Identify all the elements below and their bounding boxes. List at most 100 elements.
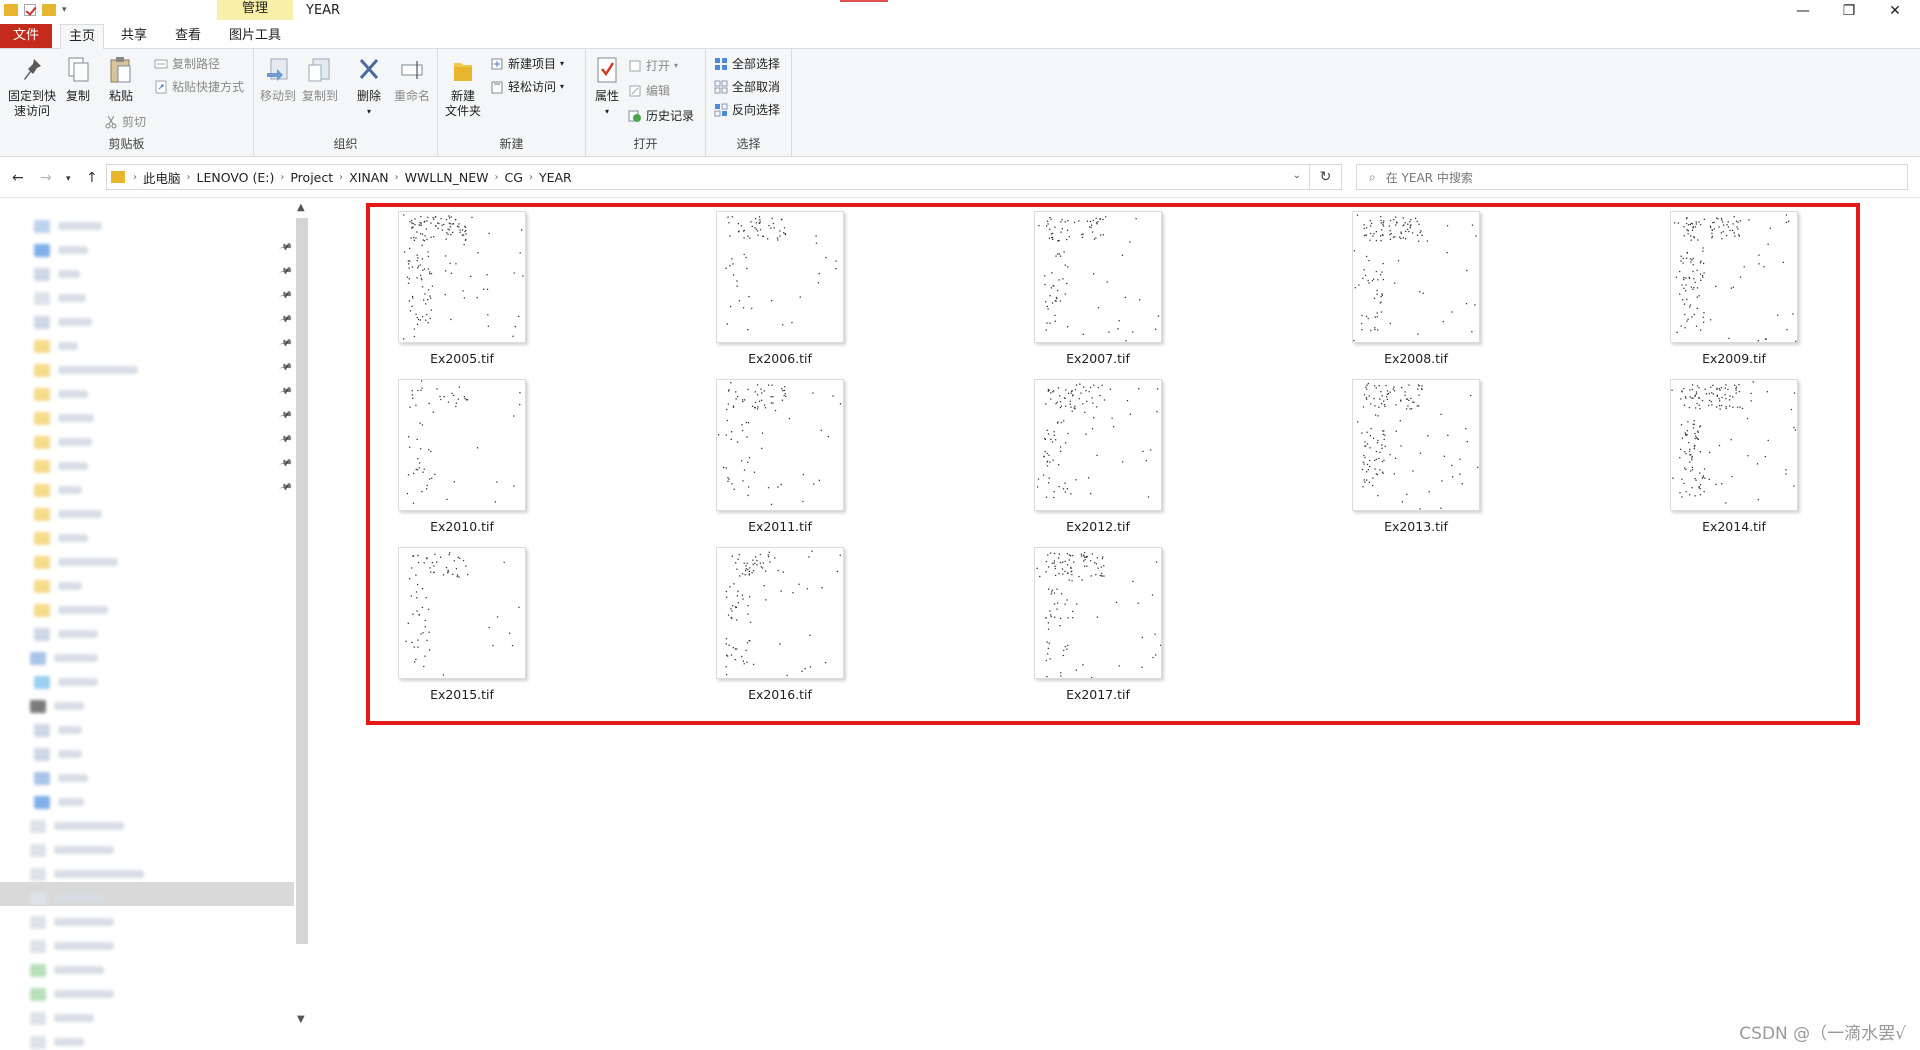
- sidebar-item[interactable]: [30, 962, 104, 978]
- file-item[interactable]: Ex2012.tif: [979, 369, 1199, 534]
- sidebar-item[interactable]: [34, 770, 88, 786]
- file-item[interactable]: Ex2009.tif: [1615, 201, 1835, 366]
- refresh-icon[interactable]: ↻: [1310, 164, 1342, 190]
- rename-button[interactable]: 重命名: [392, 55, 432, 104]
- sidebar-item[interactable]: [34, 722, 82, 738]
- easy-access-button[interactable]: 轻松访问 ▾: [490, 78, 564, 95]
- sidebar-item[interactable]: [30, 914, 114, 930]
- scroll-up-icon[interactable]: ▲: [297, 202, 305, 213]
- breadcrumb-drive[interactable]: LENOVO (E:): [197, 170, 275, 185]
- pin-icon[interactable]: 📌: [278, 433, 293, 447]
- sidebar-item[interactable]: [34, 458, 88, 474]
- sidebar-item[interactable]: [30, 818, 124, 834]
- properties-check-icon[interactable]: [24, 4, 36, 16]
- breadcrumb-year[interactable]: YEAR: [539, 170, 572, 185]
- close-button[interactable]: ✕: [1872, 0, 1918, 22]
- sidebar-item[interactable]: [34, 338, 78, 354]
- sidebar-item[interactable]: [34, 506, 102, 522]
- sidebar-item[interactable]: [34, 362, 138, 378]
- sidebar-item[interactable]: [30, 1034, 84, 1050]
- breadcrumb-separator-icon[interactable]: ›: [395, 172, 399, 183]
- navigation-pane-scrollbar[interactable]: ▲ ▼: [296, 202, 310, 1025]
- breadcrumb-wwlln-new[interactable]: WWLLN_NEW: [405, 170, 489, 185]
- pin-icon[interactable]: 📌: [278, 313, 293, 327]
- sidebar-item[interactable]: [34, 554, 118, 570]
- address-bar[interactable]: › 此电脑 › LENOVO (E:) › Project › XINAN › …: [106, 164, 1310, 190]
- edit-button[interactable]: 编辑: [628, 82, 670, 99]
- new-item-button[interactable]: 新建项目 ▾: [490, 55, 564, 72]
- sidebar-item[interactable]: [34, 386, 88, 402]
- file-item[interactable]: Ex2011.tif: [661, 369, 881, 534]
- sidebar-item[interactable]: [34, 290, 86, 306]
- delete-button[interactable]: 删除 ▾: [354, 55, 384, 119]
- sidebar-item[interactable]: [30, 866, 144, 882]
- pin-icon[interactable]: 📌: [278, 481, 293, 495]
- scroll-down-icon[interactable]: ▼: [297, 1014, 305, 1025]
- breadcrumb-this-pc[interactable]: 此电脑: [143, 168, 181, 187]
- sidebar-item[interactable]: [34, 530, 88, 546]
- pin-icon[interactable]: 📌: [278, 241, 293, 255]
- sidebar-item[interactable]: [34, 434, 92, 450]
- sidebar-item[interactable]: [30, 842, 114, 858]
- recent-locations-icon[interactable]: ▾: [66, 174, 71, 184]
- sidebar-item[interactable]: [34, 602, 108, 618]
- up-arrow-icon[interactable]: ↑: [86, 170, 98, 186]
- breadcrumb-separator-icon[interactable]: ›: [280, 172, 284, 183]
- tab-view[interactable]: 查看: [166, 24, 210, 48]
- tab-picture-tools[interactable]: 图片工具: [220, 24, 290, 48]
- sidebar-item[interactable]: [34, 266, 80, 282]
- pin-quick-access-button[interactable]: 固定到快 速访问: [6, 55, 58, 119]
- file-item[interactable]: Ex2016.tif: [661, 537, 881, 702]
- invert-selection-button[interactable]: 反向选择: [714, 101, 780, 118]
- file-item[interactable]: Ex2005.tif: [343, 201, 563, 366]
- breadcrumb-separator-icon[interactable]: ›: [529, 172, 533, 183]
- pin-icon[interactable]: 📌: [278, 265, 293, 279]
- copy-to-button[interactable]: 复制到: [302, 55, 338, 104]
- move-to-button[interactable]: 移动到: [260, 55, 296, 104]
- pin-icon[interactable]: 📌: [278, 361, 293, 375]
- sidebar-item[interactable]: [34, 218, 102, 234]
- scrollbar-thumb[interactable]: [296, 218, 308, 944]
- new-folder-button[interactable]: 新建 文件夹: [444, 55, 482, 119]
- sidebar-item[interactable]: [30, 698, 84, 714]
- pin-icon[interactable]: 📌: [278, 457, 293, 471]
- copy-path-button[interactable]: 复制路径: [154, 55, 220, 72]
- sidebar-item[interactable]: [30, 890, 104, 906]
- pin-icon[interactable]: 📌: [278, 289, 293, 303]
- address-dropdown-icon[interactable]: ⌄: [1293, 170, 1301, 181]
- sidebar-item[interactable]: [34, 794, 84, 810]
- back-arrow-icon[interactable]: ←: [12, 170, 24, 186]
- file-item[interactable]: Ex2013.tif: [1297, 369, 1517, 534]
- history-button[interactable]: 历史记录: [628, 107, 694, 124]
- select-all-button[interactable]: 全部选择: [714, 55, 780, 72]
- pin-icon[interactable]: 📌: [278, 385, 293, 399]
- file-item[interactable]: Ex2007.tif: [979, 201, 1199, 366]
- properties-dropdown-icon[interactable]: ▾: [605, 104, 609, 119]
- sidebar-item[interactable]: [30, 1010, 94, 1026]
- tab-file[interactable]: 文件: [0, 24, 52, 48]
- dropdown-icon[interactable]: ▾: [62, 5, 67, 15]
- file-item[interactable]: Ex2008.tif: [1297, 201, 1517, 366]
- sidebar-item[interactable]: [34, 626, 98, 642]
- sidebar-item[interactable]: [34, 674, 98, 690]
- breadcrumb-cg[interactable]: CG: [505, 170, 523, 185]
- breadcrumb-separator-icon[interactable]: ›: [339, 172, 343, 183]
- paste-button[interactable]: 粘贴: [104, 55, 138, 104]
- tab-share[interactable]: 共享: [112, 24, 156, 48]
- properties-button[interactable]: 属性 ▾: [592, 55, 622, 119]
- sidebar-item[interactable]: [34, 410, 94, 426]
- sidebar-item[interactable]: [34, 242, 88, 258]
- sidebar-item[interactable]: [34, 314, 92, 330]
- sidebar-item[interactable]: [34, 578, 82, 594]
- file-item[interactable]: Ex2010.tif: [343, 369, 563, 534]
- maximize-button[interactable]: ❐: [1826, 0, 1872, 22]
- breadcrumb-separator-icon[interactable]: ›: [133, 172, 137, 183]
- delete-dropdown-icon[interactable]: ▾: [367, 104, 371, 119]
- sidebar-item[interactable]: [34, 746, 82, 762]
- copy-button[interactable]: 复制: [62, 55, 94, 104]
- file-item[interactable]: Ex2006.tif: [661, 201, 881, 366]
- file-item[interactable]: Ex2014.tif: [1615, 369, 1835, 534]
- pin-icon[interactable]: 📌: [278, 409, 293, 423]
- breadcrumb-xinan[interactable]: XINAN: [349, 170, 389, 185]
- sidebar-item[interactable]: [30, 938, 114, 954]
